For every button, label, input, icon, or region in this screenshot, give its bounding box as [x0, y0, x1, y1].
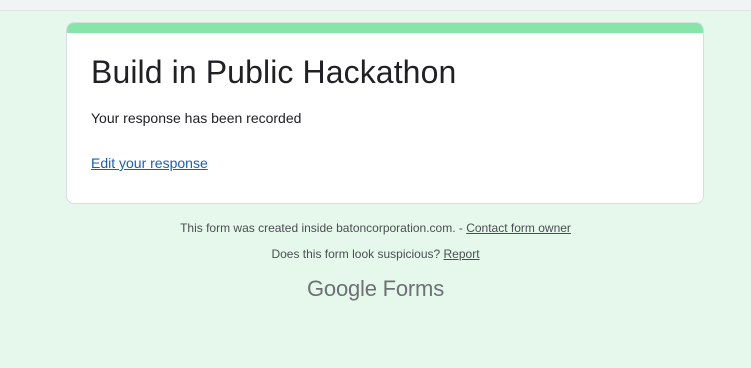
edit-response-link[interactable]: Edit your response — [91, 155, 208, 171]
created-by-line: This form was created inside batoncorpor… — [0, 220, 751, 236]
card-accent-bar — [67, 23, 703, 33]
form-footer: This form was created inside batoncorpor… — [0, 220, 751, 302]
suspicious-line: Does this form look suspicious? Report — [0, 246, 751, 262]
logo-product-text: Forms — [376, 276, 445, 301]
confirmation-message: Your response has been recorded — [91, 110, 302, 126]
card-body: Build in Public Hackathon Your response … — [67, 33, 703, 173]
contact-owner-link[interactable]: Contact form owner — [466, 221, 571, 235]
form-title: Build in Public Hackathon — [91, 54, 457, 90]
browser-top-strip — [0, 0, 751, 11]
confirmation-card: Build in Public Hackathon Your response … — [66, 22, 704, 204]
suspicious-text: Does this form look suspicious? — [271, 247, 444, 261]
logo-brand-text: Google — [307, 276, 377, 301]
report-link[interactable]: Report — [444, 247, 480, 261]
google-forms-logo[interactable]: Google Forms — [0, 276, 751, 302]
created-by-text: This form was created inside batoncorpor… — [180, 221, 467, 235]
